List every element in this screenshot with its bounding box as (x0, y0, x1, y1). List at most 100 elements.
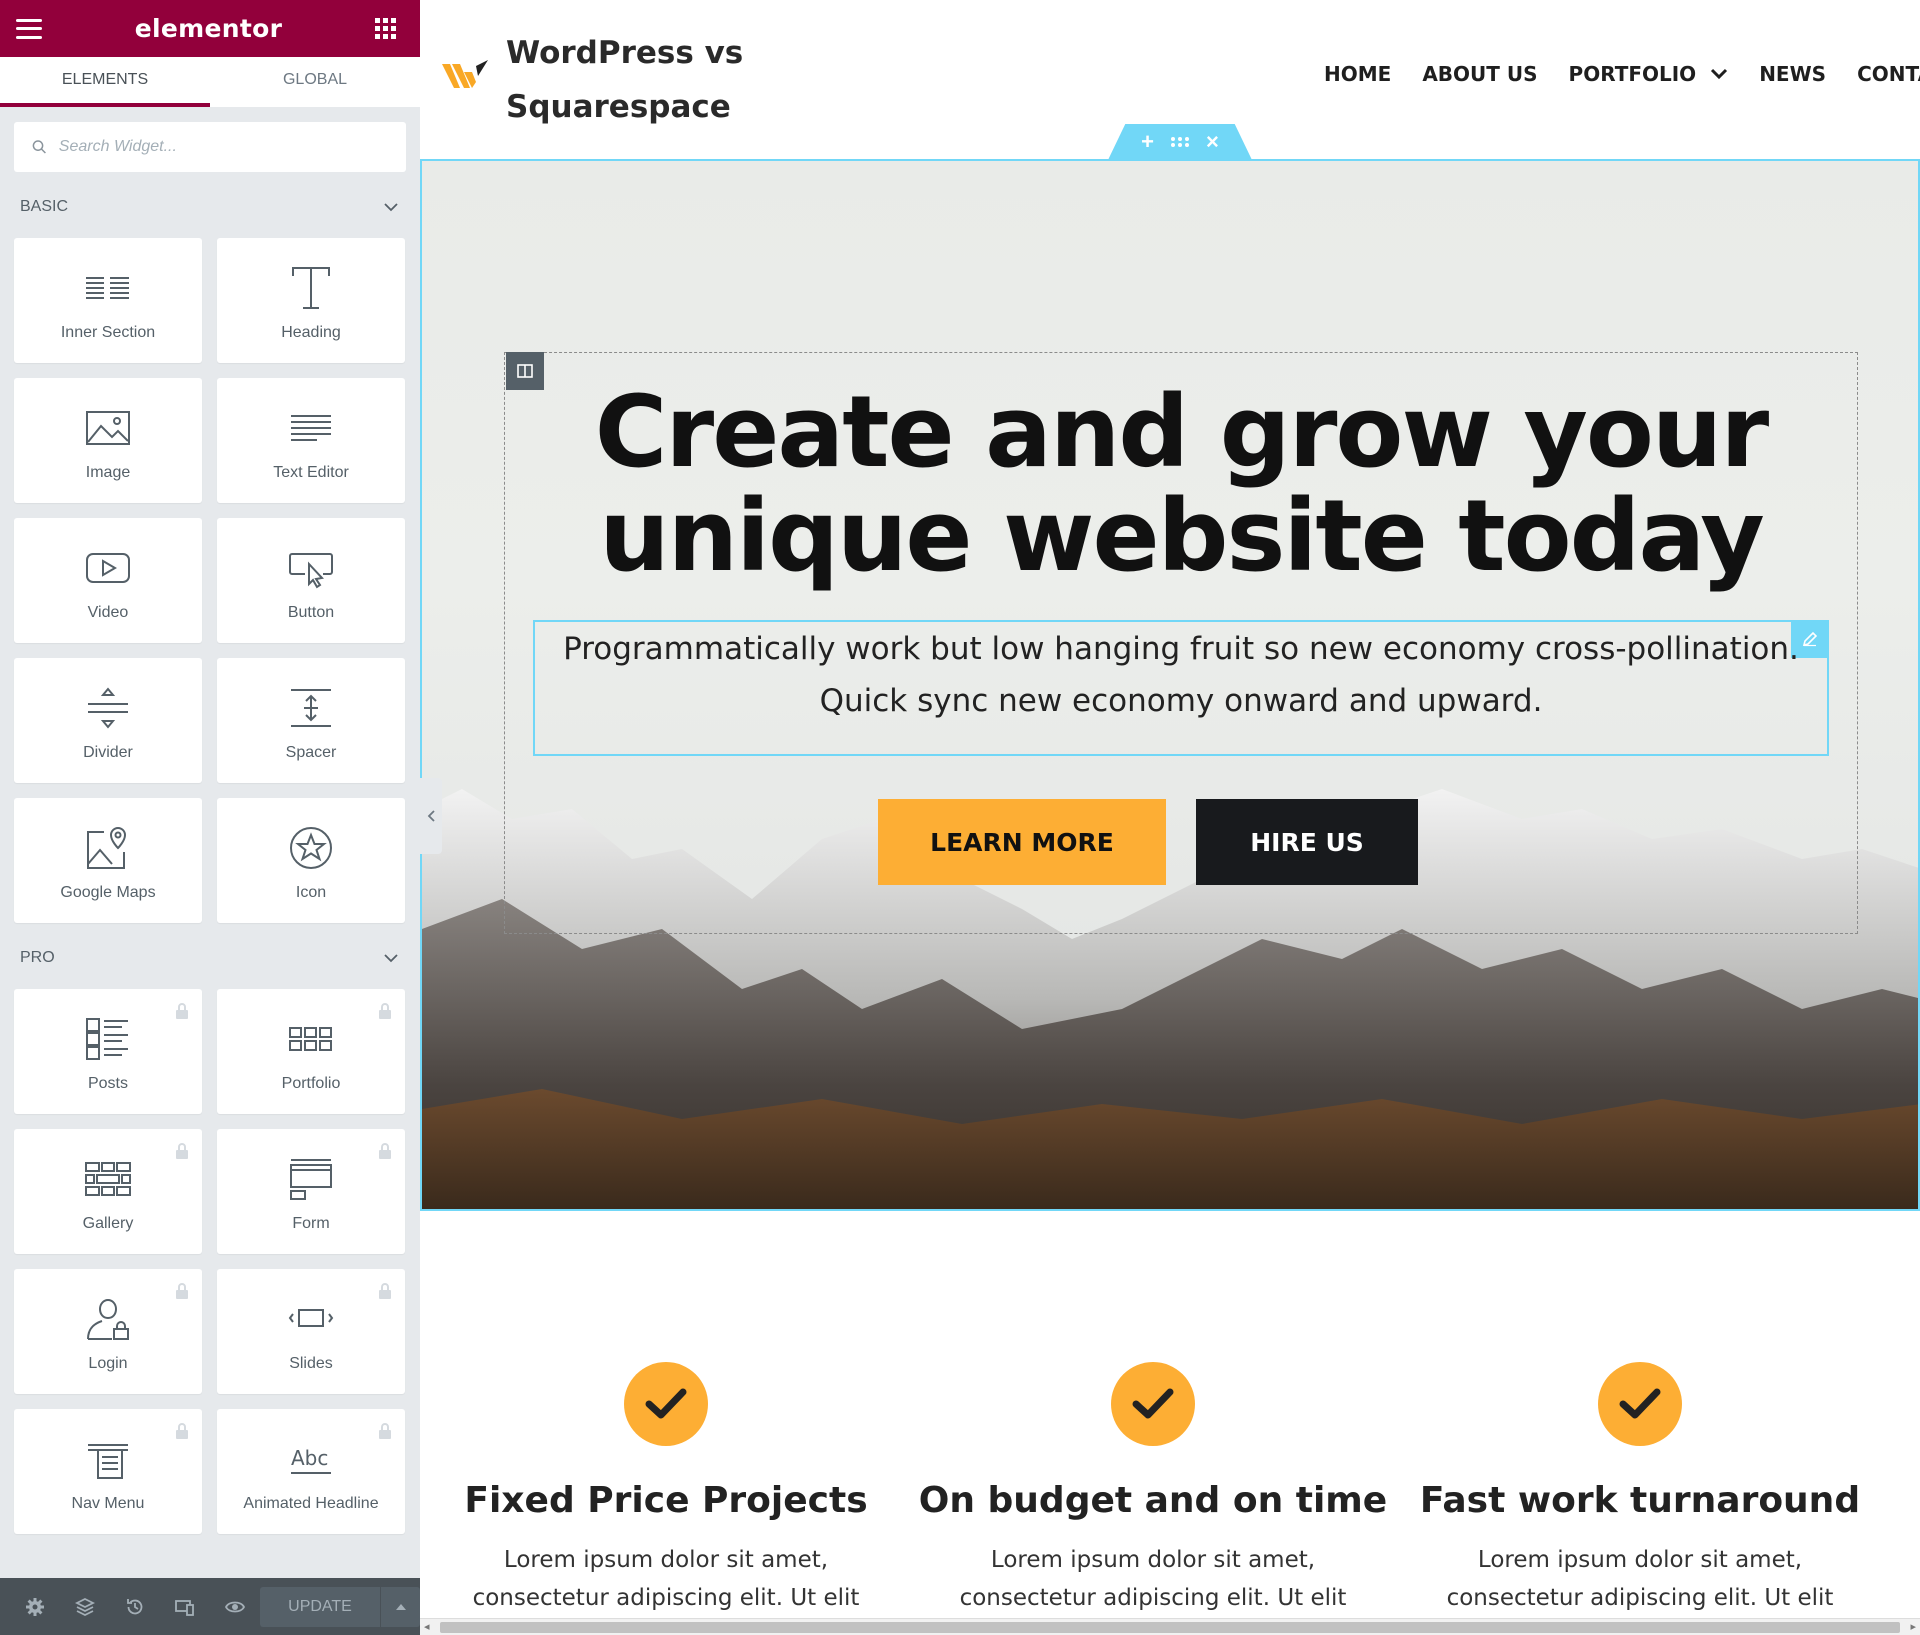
widget-slides[interactable]: Slides (217, 1269, 405, 1394)
widget-inner-section[interactable]: Inner Section (14, 238, 202, 363)
nav-about-us[interactable]: ABOUT US (1422, 62, 1537, 86)
google-maps-icon (87, 826, 127, 869)
check-badge (624, 1362, 708, 1446)
widget-label: Heading (281, 323, 341, 341)
learn-more-button[interactable]: LEARN MORE (878, 799, 1166, 885)
nav-portfolio[interactable]: PORTFOLIO (1569, 62, 1729, 86)
panel-tabs: ELEMENTS GLOBAL (0, 57, 420, 107)
settings-button[interactable] (10, 1578, 60, 1635)
checkmark-icon (645, 1388, 687, 1419)
portfolio-icon (289, 1026, 332, 1051)
posts-icon (86, 1017, 128, 1060)
responsive-mode-button[interactable] (160, 1578, 210, 1635)
lock-icon (176, 1143, 188, 1159)
feature-title: On budget and on time (918, 1480, 1388, 1521)
feature-text-line-2: consectetur adipiscing elit. Ut elit (472, 1585, 860, 1611)
nav-menu-icon (88, 1443, 128, 1479)
widget-posts[interactable]: Posts (14, 989, 202, 1114)
category-pro-header[interactable]: PRO (0, 933, 420, 983)
hero-subtitle[interactable]: Programmatically work but low hanging fr… (533, 623, 1829, 727)
button-icon (289, 552, 333, 588)
history-button[interactable] (110, 1578, 160, 1635)
navigator-button[interactable] (60, 1578, 110, 1635)
widget-label: Text Editor (273, 463, 349, 481)
widget-label: Portfolio (281, 1074, 341, 1092)
widget-form[interactable]: Form (217, 1129, 405, 1254)
check-badge (1111, 1362, 1195, 1446)
video-icon (86, 552, 130, 583)
update-options-button[interactable] (380, 1586, 420, 1627)
feature-text: Lorem ipsum dolor sit amet, consectetur a… (913, 1541, 1393, 1617)
chevron-down-icon (1711, 68, 1728, 80)
add-section-icon[interactable]: + (1141, 131, 1154, 153)
spacer-icon (291, 688, 331, 727)
horizontal-scrollbar[interactable]: ◂ ▸ (420, 1618, 1920, 1635)
tab-global[interactable]: GLOBAL (210, 57, 420, 107)
widget-heading[interactable]: Heading (217, 238, 405, 363)
collapse-panel-button[interactable] (420, 778, 442, 854)
nav-home[interactable]: HOME (1324, 62, 1391, 86)
widget-button[interactable]: Button (217, 518, 405, 643)
widget-text-editor[interactable]: Text Editor (217, 378, 405, 503)
feature-text-line-2: consectetur adipiscing elit. Ut elit (959, 1585, 1347, 1611)
tab-elements[interactable]: ELEMENTS (0, 57, 210, 107)
widget-label: Icon (295, 883, 327, 901)
widget-icon[interactable]: Icon (217, 798, 405, 923)
widget-gallery[interactable]: Gallery (14, 1129, 202, 1254)
widget-label: Posts (87, 1074, 128, 1092)
editor-panel: elementor ELEMENTS GLOBAL BASIC Inner Se… (0, 0, 420, 1635)
widgets-grid-icon[interactable] (374, 18, 396, 39)
site-title[interactable]: WordPress vs Squarespace (506, 26, 766, 134)
widget-nav-menu[interactable]: Nav Menu (14, 1409, 202, 1534)
widget-image[interactable]: Image (14, 378, 202, 503)
delete-section-icon[interactable]: × (1206, 131, 1219, 153)
column-icon (517, 364, 533, 378)
feature-title: Fixed Price Projects (464, 1480, 868, 1521)
basic-widgets-grid: Inner Section Heading Image Text Editor … (0, 232, 420, 923)
category-basic-header[interactable]: BASIC (0, 182, 420, 232)
lock-icon (379, 1423, 391, 1439)
site-logo[interactable] (442, 58, 490, 96)
nav-news[interactable]: NEWS (1759, 62, 1826, 86)
chevron-down-icon (384, 202, 398, 211)
main-nav: HOME ABOUT US PORTFOLIO NEWS CONTACT (1324, 62, 1920, 86)
widget-search (14, 122, 406, 172)
nav-contact[interactable]: CONTACT (1857, 62, 1920, 86)
update-button[interactable]: UPDATE (260, 1586, 380, 1627)
search-input[interactable] (58, 138, 388, 156)
widget-divider[interactable]: Divider (14, 658, 202, 783)
lock-icon (379, 1143, 391, 1159)
preview-button[interactable] (210, 1578, 260, 1635)
widget-portfolio[interactable]: Portfolio (217, 989, 405, 1114)
scroll-right-icon[interactable]: ▸ (1910, 1620, 1916, 1633)
widget-label: Nav Menu (71, 1494, 145, 1512)
text-editor-icon (291, 414, 331, 441)
widget-spacer[interactable]: Spacer (217, 658, 405, 783)
category-pro-label: PRO (20, 949, 55, 966)
panel-header: elementor (0, 0, 420, 57)
edit-column-button[interactable] (506, 352, 544, 390)
chevron-down-icon (384, 953, 398, 962)
devices-icon (175, 1599, 194, 1616)
feature-title: Fast work turnaround (1419, 1480, 1861, 1521)
feature-item: Fixed Price Projects Lorem ipsum dolor s… (426, 1300, 906, 1617)
caret-up-icon (395, 1603, 406, 1610)
drag-handle-icon[interactable] (1170, 136, 1190, 148)
widget-login[interactable]: Login (14, 1269, 202, 1394)
inner-section-icon (86, 276, 129, 299)
hero-section[interactable]: Create and grow your unique website toda… (420, 159, 1920, 1211)
scroll-left-icon[interactable]: ◂ (424, 1620, 430, 1633)
hamburger-menu-icon[interactable] (16, 18, 42, 39)
lock-icon (379, 1283, 391, 1299)
search-icon (32, 140, 46, 154)
widget-label: Login (88, 1354, 128, 1372)
hire-us-button[interactable]: HIRE US (1196, 799, 1418, 885)
hero-heading[interactable]: Create and grow your unique website toda… (504, 381, 1858, 589)
scrollbar-thumb[interactable] (440, 1622, 1900, 1633)
checkmark-icon (1132, 1388, 1174, 1419)
widget-animated-headline[interactable]: Abc Animated Headline (217, 1409, 405, 1534)
feature-item: On budget and on time Lorem ipsum dolor … (913, 1300, 1393, 1617)
divider-icon (88, 686, 128, 729)
widget-google-maps[interactable]: Google Maps (14, 798, 202, 923)
widget-video[interactable]: Video (14, 518, 202, 643)
